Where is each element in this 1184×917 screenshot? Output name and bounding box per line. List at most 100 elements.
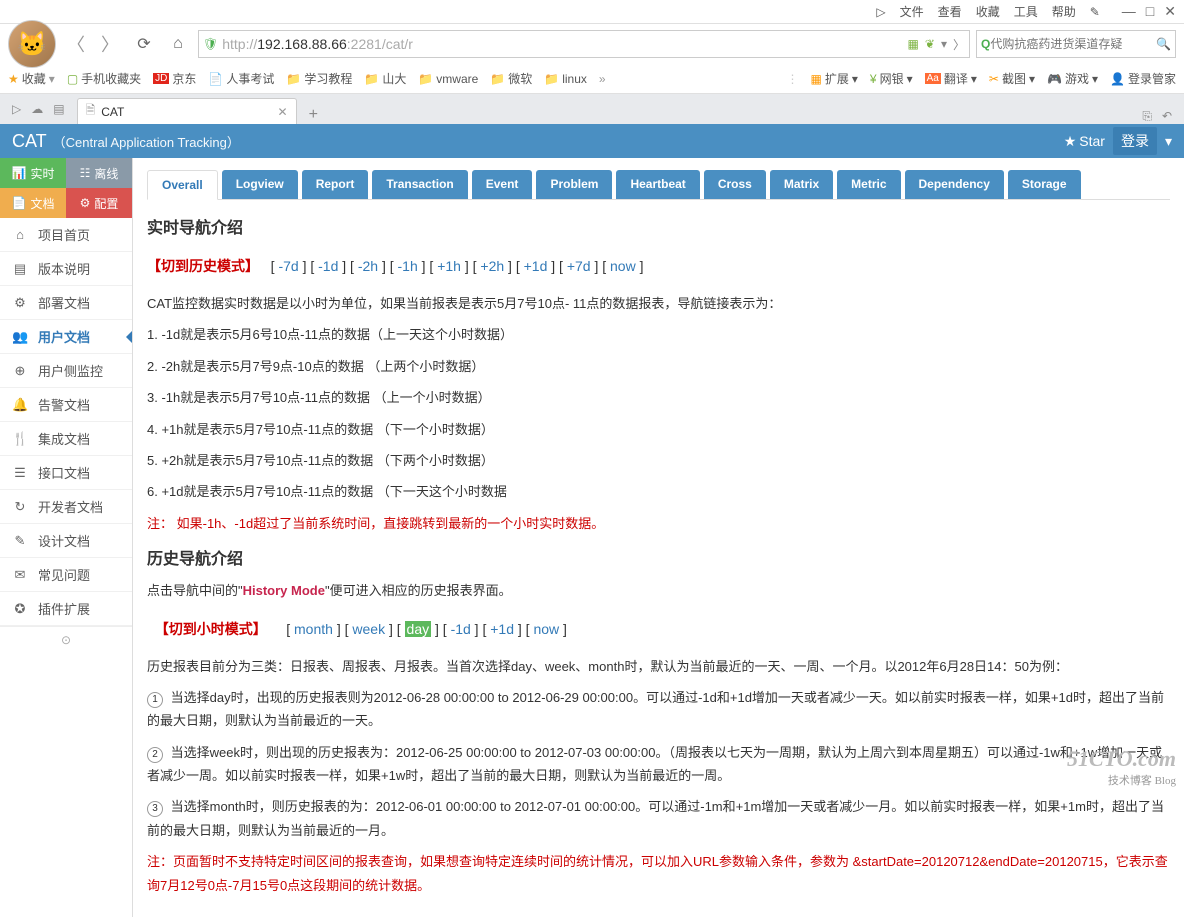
nav-tab[interactable]: Report xyxy=(302,170,369,199)
time-link[interactable]: day xyxy=(405,621,432,637)
nav-tab[interactable]: Cross xyxy=(704,170,766,199)
sidebar-collapse[interactable]: ⊙ xyxy=(0,626,132,653)
time-link[interactable]: +1d xyxy=(524,258,548,274)
nav-tab[interactable]: Heartbeat xyxy=(616,170,699,199)
section1-line: 6. +1d就是表示5月7号10点-11点的数据 （下一天这个小时数据 xyxy=(147,480,1170,503)
ext-bank[interactable]: ¥网银 ▾ xyxy=(870,70,913,87)
new-tab-button[interactable]: + xyxy=(303,106,324,124)
search-input[interactable] xyxy=(990,37,1156,51)
login-button[interactable]: 登录 xyxy=(1113,127,1157,155)
menu-tools[interactable]: 工具 xyxy=(1014,3,1038,20)
nav-tab[interactable]: Overall xyxy=(147,170,218,200)
leaf-icon[interactable]: ❦ xyxy=(925,37,935,51)
forward-button[interactable]: 〉 xyxy=(96,30,124,58)
time-link[interactable]: month xyxy=(294,621,333,637)
side-menu-item[interactable]: 👥用户文档 xyxy=(0,320,132,354)
close-window-icon[interactable]: ✕ xyxy=(1164,3,1176,20)
back-button[interactable]: 〈 xyxy=(62,30,90,58)
bookmark-study[interactable]: 📁学习教程 xyxy=(286,70,352,87)
time-link[interactable]: +1h xyxy=(437,258,461,274)
side-menu-item[interactable]: 🍴集成文档 xyxy=(0,422,132,456)
time-link[interactable]: +2h xyxy=(480,258,504,274)
bookmark-fav[interactable]: ★收藏 ▾ xyxy=(8,70,55,87)
switch-hour-mode[interactable]: 【切到小时模式】 xyxy=(155,621,267,637)
ext-screenshot[interactable]: ✂截图 ▾ xyxy=(989,70,1035,87)
menu-play-icon[interactable]: ▷ xyxy=(876,5,885,19)
side-btn-realtime[interactable]: 📊 实时 xyxy=(0,158,66,188)
bookmark-linux[interactable]: 📁linux xyxy=(544,72,587,86)
ext-extensions[interactable]: ▦扩展 ▾ xyxy=(811,70,858,87)
ext-login[interactable]: 👤登录管家 xyxy=(1110,70,1176,87)
ext-games[interactable]: 🎮游戏 ▾ xyxy=(1047,70,1098,87)
side-menu-item[interactable]: ✪插件扩展 xyxy=(0,592,132,626)
side-menu-item[interactable]: ☰接口文档 xyxy=(0,456,132,490)
time-link[interactable]: now xyxy=(610,258,636,274)
bookmark-sd[interactable]: 📁山大 xyxy=(364,70,406,87)
nav-tab[interactable]: Problem xyxy=(536,170,612,199)
tab-close-icon[interactable]: ✕ xyxy=(278,105,288,119)
side-btn-config[interactable]: ⚙ 配置 xyxy=(66,188,132,218)
side-menu-item[interactable]: ⌂项目首页 xyxy=(0,218,132,252)
tab-restore-icon[interactable]: ⎘ xyxy=(1142,109,1152,124)
time-link[interactable]: +1d xyxy=(490,621,514,637)
tab-play-icon[interactable]: ▷ xyxy=(12,102,21,116)
star-button[interactable]: ★ Star xyxy=(1064,133,1105,150)
qr-icon[interactable]: ▦ xyxy=(908,37,919,51)
menu-fav[interactable]: 收藏 xyxy=(976,3,1000,20)
tab-cloud-icon[interactable]: ☁ xyxy=(31,102,43,116)
side-menu-item[interactable]: ⊕用户侧监控 xyxy=(0,354,132,388)
nav-tab[interactable]: Metric xyxy=(837,170,900,199)
side-btn-offline[interactable]: ☷ 离线 xyxy=(66,158,132,188)
app-title: CAT xyxy=(12,131,47,152)
url-input[interactable]: 🛡 http://192.168.88.66:2281/cat/r ▦ ❦ ▾ … xyxy=(198,30,970,58)
nav-tab[interactable]: Dependency xyxy=(905,170,1004,199)
bookmark-vmware[interactable]: 📁vmware xyxy=(418,72,478,86)
menu-help[interactable]: 帮助 xyxy=(1052,3,1076,20)
nav-tab[interactable]: Storage xyxy=(1008,170,1081,199)
browser-tab[interactable]: 🗎 CAT ✕ xyxy=(77,98,297,124)
time-link[interactable]: -1h xyxy=(398,258,418,274)
time-link[interactable]: now xyxy=(533,621,559,637)
home-button[interactable]: ⌂ xyxy=(164,30,192,58)
bookmark-ms[interactable]: 📁微软 xyxy=(490,70,532,87)
side-menu-item[interactable]: 🔔告警文档 xyxy=(0,388,132,422)
tab-list-icon[interactable]: ▤ xyxy=(53,102,64,116)
side-menu-item[interactable]: ▤版本说明 xyxy=(0,252,132,286)
search-icon[interactable]: 🔍 xyxy=(1156,37,1171,51)
time-link[interactable]: -2h xyxy=(358,258,378,274)
bookmark-more[interactable]: » xyxy=(599,72,606,86)
tab-undo-icon[interactable]: ↶ xyxy=(1162,109,1172,124)
maximize-icon[interactable]: □ xyxy=(1146,3,1154,20)
tabs-nav: OverallLogviewReportTransactionEventProb… xyxy=(147,170,1170,200)
refresh-button[interactable]: ⟳ xyxy=(130,30,158,58)
nav-tab[interactable]: Matrix xyxy=(770,170,833,199)
go-icon[interactable]: 〉 xyxy=(953,36,965,53)
side-menu-item[interactable]: ✉常见问题 xyxy=(0,558,132,592)
header-dropdown-icon[interactable]: ▾ xyxy=(1165,133,1172,150)
bookmark-exam[interactable]: 📄人事考试 xyxy=(208,70,274,87)
time-link[interactable]: -7d xyxy=(278,258,298,274)
ext-translate[interactable]: Aa翻译 ▾ xyxy=(925,70,977,87)
nav-tab[interactable]: Event xyxy=(472,170,533,199)
bookmark-jd[interactable]: JD京东 xyxy=(153,70,196,87)
nav-tab[interactable]: Logview xyxy=(222,170,298,199)
bookmark-mobile[interactable]: ▢手机收藏夹 xyxy=(67,70,141,87)
side-menu-item[interactable]: ✎设计文档 xyxy=(0,524,132,558)
search-box[interactable]: Q 🔍 xyxy=(976,30,1176,58)
switch-history-mode[interactable]: 【切到历史模式】 xyxy=(147,258,259,274)
profile-avatar[interactable]: 🐱 xyxy=(8,20,56,68)
menu-file[interactable]: 文件 xyxy=(900,3,924,20)
section2-para2: 2 当选择week时，则出现的历史报表为：2012-06-25 00:00:00… xyxy=(147,741,1170,788)
side-menu-item[interactable]: ↻开发者文档 xyxy=(0,490,132,524)
menu-view[interactable]: 查看 xyxy=(938,3,962,20)
menu-clip-icon[interactable]: ✎ xyxy=(1090,5,1100,19)
dropdown-icon[interactable]: ▾ xyxy=(941,37,947,51)
time-link[interactable]: -1d xyxy=(318,258,338,274)
time-link[interactable]: +7d xyxy=(567,258,591,274)
time-link[interactable]: week xyxy=(352,621,385,637)
side-btn-doc[interactable]: 📄 文档 xyxy=(0,188,66,218)
minimize-icon[interactable]: — xyxy=(1122,3,1136,20)
time-link[interactable]: -1d xyxy=(451,621,471,637)
side-menu-item[interactable]: ⚙部署文档 xyxy=(0,286,132,320)
nav-tab[interactable]: Transaction xyxy=(372,170,467,199)
